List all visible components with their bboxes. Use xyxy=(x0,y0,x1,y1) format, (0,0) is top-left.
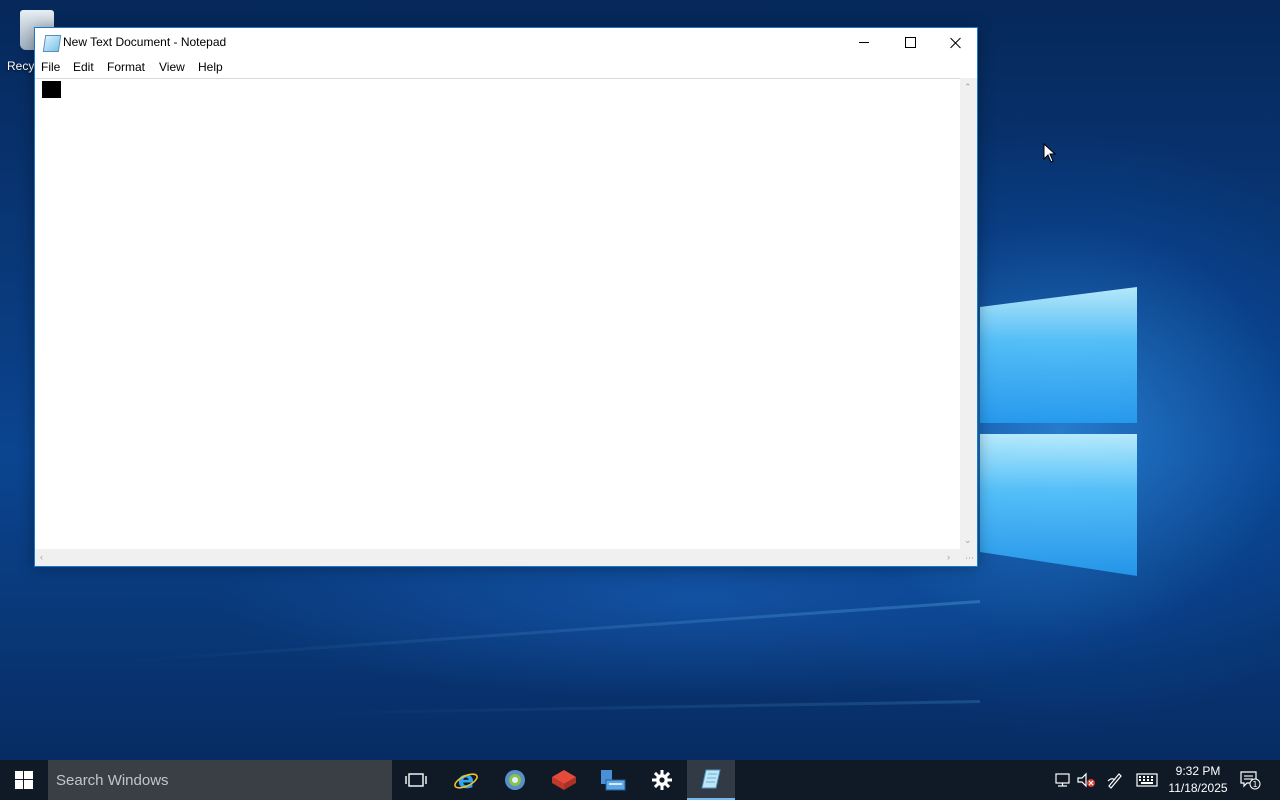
task-view-button[interactable] xyxy=(392,760,440,800)
scroll-left-icon[interactable]: ‹ xyxy=(40,553,43,562)
start-button[interactable] xyxy=(0,760,48,800)
window-title: New Text Document - Notepad xyxy=(63,35,227,49)
settings-button[interactable] xyxy=(638,760,686,800)
scroll-down-icon[interactable]: ⌄ xyxy=(964,536,972,545)
windows-logo-pane xyxy=(980,287,1137,423)
grip-icon: ⋯ xyxy=(965,553,974,563)
mouse-cursor-icon xyxy=(1043,143,1057,163)
internet-explorer-icon: e xyxy=(454,767,478,793)
notification-count: 1 xyxy=(1252,780,1257,789)
file-manager-button[interactable] xyxy=(589,760,637,800)
clock-time[interactable]: 9:32 PM xyxy=(1160,764,1236,778)
network-icon xyxy=(1055,773,1070,787)
network-button[interactable] xyxy=(1053,770,1073,790)
menu-view[interactable]: View xyxy=(159,60,185,74)
action-center-button[interactable]: 1 xyxy=(1238,770,1262,790)
keyboard-icon xyxy=(1136,773,1158,787)
notepad-window[interactable]: New Text Document - Notepad File Edit Fo… xyxy=(34,27,978,567)
vertical-scrollbar[interactable]: ⌃ ⌄ xyxy=(960,78,977,549)
windows-start-icon xyxy=(15,771,33,789)
touch-keyboard-button[interactable] xyxy=(1135,770,1159,790)
pen-icon xyxy=(1107,773,1122,789)
notepad-icon xyxy=(701,769,721,789)
windows-logo-pane xyxy=(980,434,1137,576)
text-editor[interactable] xyxy=(35,78,960,550)
notification-icon: 1 xyxy=(1240,771,1261,790)
pen-workspace-button[interactable] xyxy=(1105,770,1125,790)
search-placeholder: Search Windows xyxy=(56,772,169,789)
clock-date[interactable]: 11/18/2025 xyxy=(1160,781,1236,795)
maximize-button[interactable] xyxy=(887,28,933,57)
volume-muted-icon xyxy=(1077,772,1095,788)
browser-button[interactable] xyxy=(491,760,539,800)
title-bar[interactable]: New Text Document - Notepad xyxy=(35,28,977,57)
recycle-bin-label: Recy xyxy=(7,59,35,73)
maximize-icon xyxy=(904,37,916,48)
svg-text:e: e xyxy=(458,767,474,793)
notepad-icon xyxy=(42,35,62,52)
menu-bar: File Edit Format View Help xyxy=(35,57,977,77)
file-manager-icon xyxy=(601,770,626,791)
browser-icon xyxy=(505,770,525,790)
light-beam xyxy=(121,600,981,663)
taskbar: Search Windows e 9:32 PM 11/18/2025 1 xyxy=(0,760,1280,800)
app-button[interactable] xyxy=(540,760,588,800)
menu-help[interactable]: Help xyxy=(198,60,223,74)
settings-icon xyxy=(652,770,672,790)
volume-button[interactable] xyxy=(1077,770,1097,790)
horizontal-scrollbar[interactable]: ‹ › xyxy=(35,549,960,566)
menu-edit[interactable]: Edit xyxy=(73,60,94,74)
minimize-icon xyxy=(859,42,869,43)
text-cursor xyxy=(42,81,61,98)
minimize-button[interactable] xyxy=(841,28,887,57)
task-view-icon xyxy=(405,773,427,787)
scroll-right-icon[interactable]: › xyxy=(947,553,950,562)
search-box[interactable]: Search Windows xyxy=(48,760,392,800)
desktop: Recy New Text Document - Notepad File Ed… xyxy=(0,0,1280,760)
close-button[interactable] xyxy=(933,28,979,57)
internet-explorer-button[interactable]: e xyxy=(442,760,490,800)
app-icon xyxy=(552,770,576,790)
scroll-up-icon[interactable]: ⌃ xyxy=(964,83,972,92)
menu-format[interactable]: Format xyxy=(107,60,145,74)
notepad-taskbar-button[interactable] xyxy=(687,760,735,800)
close-icon xyxy=(950,37,962,49)
light-beam xyxy=(300,700,981,715)
menu-file[interactable]: File xyxy=(41,60,60,74)
size-grip[interactable]: ⋯ xyxy=(960,549,977,566)
